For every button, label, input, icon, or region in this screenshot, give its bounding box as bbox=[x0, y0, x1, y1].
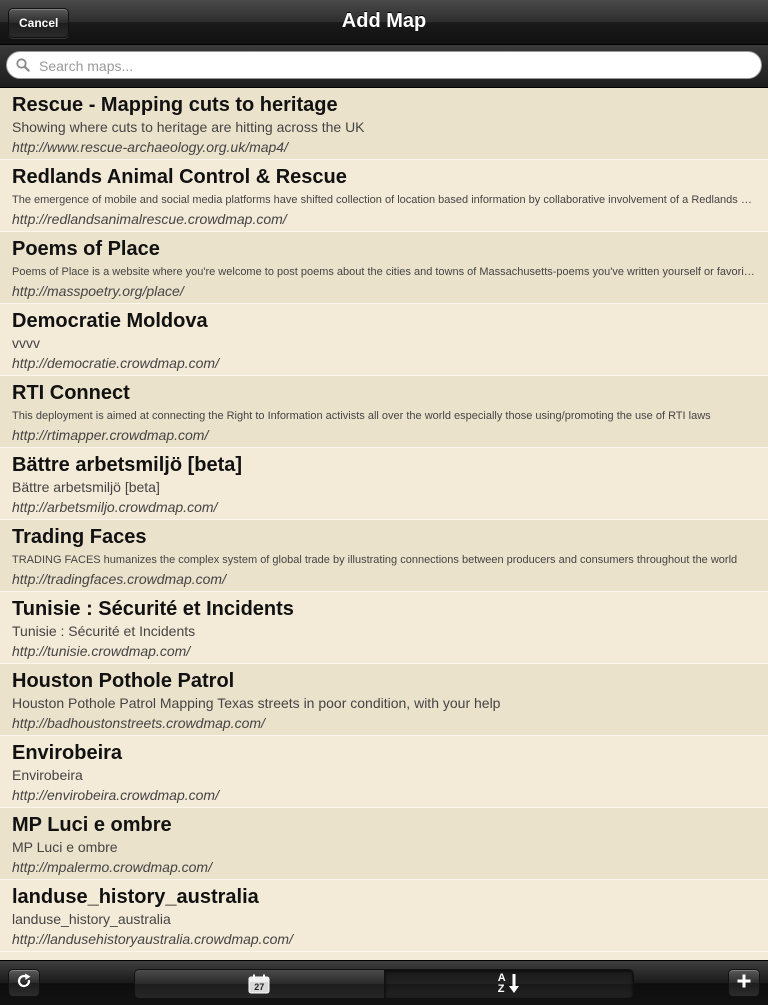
map-title: Bättre arbetsmiljö [beta] bbox=[12, 454, 243, 476]
map-title: Tunisie : Sécurité et Incidents bbox=[12, 598, 294, 620]
map-description: Tunisie : Sécurité et Incidents bbox=[12, 623, 196, 639]
map-description: landuse_history_australia bbox=[12, 911, 171, 927]
navigation-bar: Cancel Add Map bbox=[0, 0, 768, 45]
map-url: http://redlandsanimalrescue.crowdmap.com… bbox=[12, 211, 287, 227]
calendar-icon: 27 bbox=[248, 974, 270, 994]
calendar-day-label: 27 bbox=[254, 982, 265, 992]
sort-alphabetical-segment[interactable]: A Z bbox=[383, 970, 633, 998]
map-title: RTI Connect bbox=[12, 382, 130, 404]
map-description: Showing where cuts to heritage are hitti… bbox=[12, 119, 365, 135]
map-list-item[interactable]: Democratie Moldova vvvv http://democratie.… bbox=[0, 304, 768, 376]
map-description: Poems of Place is a website where you're… bbox=[12, 266, 756, 278]
search-bar bbox=[0, 45, 768, 88]
refresh-icon bbox=[15, 972, 33, 995]
sort-by-date-segment[interactable]: 27 bbox=[135, 970, 384, 998]
map-list-item[interactable]: Tunisie : Sécurité et Incidents Tunisie :… bbox=[0, 592, 768, 664]
search-icon bbox=[16, 58, 30, 77]
map-title: Envirobeira bbox=[12, 742, 123, 764]
map-title: MP Luci e ombre bbox=[12, 814, 172, 836]
map-list-item[interactable]: landuse_history_australia landuse_history… bbox=[0, 880, 768, 952]
map-url: http://landusehistoryaustralia.crowdmap.… bbox=[12, 931, 293, 947]
search-input[interactable] bbox=[37, 55, 751, 77]
sort-alpha-icon: A Z bbox=[497, 972, 521, 995]
map-description: This deployment is aimed at connecting t… bbox=[12, 410, 711, 422]
map-list-item[interactable]: RTI Connect This deployment is aimed at c… bbox=[0, 376, 768, 448]
map-url: http://mpalermo.crowdmap.com/ bbox=[12, 859, 212, 875]
map-list-item[interactable]: Bättre arbetsmiljö [beta] Bättre arbetsmi… bbox=[0, 448, 768, 520]
map-list-item[interactable]: Trading Faces TRADING FACES humanizes the… bbox=[0, 520, 768, 592]
search-field[interactable] bbox=[6, 51, 762, 79]
sort-alpha-bottom-label: Z bbox=[497, 983, 505, 995]
map-url: http://arbetsmiljo.crowdmap.com/ bbox=[12, 499, 218, 515]
map-list-item[interactable]: Houston Pothole Patrol Houston Pothole Pa… bbox=[0, 664, 768, 736]
map-list[interactable]: Rescue - Mapping cuts to heritage Showing… bbox=[0, 88, 768, 960]
map-list-item[interactable]: MP Luci e ombre MP Luci e ombre http://mpa… bbox=[0, 808, 768, 880]
map-title: landuse_history_australia bbox=[12, 886, 259, 908]
plus-icon bbox=[736, 973, 752, 994]
add-button[interactable] bbox=[728, 969, 760, 997]
map-list-item[interactable]: Rescue - Mapping cuts to heritage Showing… bbox=[0, 88, 768, 160]
map-description: vvvv bbox=[12, 335, 40, 351]
map-url: http://envirobeira.crowdmap.com/ bbox=[12, 787, 219, 803]
map-title: Poems of Place bbox=[12, 238, 160, 260]
map-url: http://tunisie.crowdmap.com/ bbox=[12, 643, 191, 659]
map-description: Bättre arbetsmiljö [beta] bbox=[12, 479, 160, 495]
map-description: Houston Pothole Patrol Mapping Texas str… bbox=[12, 695, 501, 711]
map-title: Democratie Moldova bbox=[12, 310, 208, 332]
map-url: http://tradingfaces.crowdmap.com/ bbox=[12, 571, 226, 587]
map-list-item[interactable]: Envirobeira Envirobeira http://envirobeira… bbox=[0, 736, 768, 808]
map-url: http://badhoustonstreets.crowdmap.com/ bbox=[12, 715, 265, 731]
map-url: http://www.rescue-archaeology.org.uk/map… bbox=[12, 139, 288, 155]
map-title: Houston Pothole Patrol bbox=[12, 670, 235, 692]
map-description: The emergence of mobile and social media… bbox=[12, 194, 756, 206]
sort-segmented-control: 27 A Z bbox=[134, 969, 634, 999]
map-title: Trading Faces bbox=[12, 526, 147, 548]
map-list-item[interactable]: Redlands Animal Control & Rescue The emer… bbox=[0, 160, 768, 232]
map-description: MP Luci e ombre bbox=[12, 839, 118, 855]
map-url: http://rtimapper.crowdmap.com/ bbox=[12, 427, 209, 443]
map-list-item[interactable]: Poems of Place Poems of Place is a websit… bbox=[0, 232, 768, 304]
bottom-toolbar: 27 A Z bbox=[0, 960, 768, 1005]
refresh-button[interactable] bbox=[8, 969, 40, 997]
map-url: http://masspoetry.org/place/ bbox=[12, 283, 184, 299]
map-title: Rescue - Mapping cuts to heritage bbox=[12, 94, 338, 116]
page-title: Add Map bbox=[341, 10, 427, 32]
map-description: Envirobeira bbox=[12, 767, 83, 783]
map-description: TRADING FACES humanizes the complex syst… bbox=[12, 554, 738, 566]
map-url: http://democratie.crowdmap.com/ bbox=[12, 355, 219, 371]
map-title: Redlands Animal Control & Rescue bbox=[12, 166, 347, 188]
